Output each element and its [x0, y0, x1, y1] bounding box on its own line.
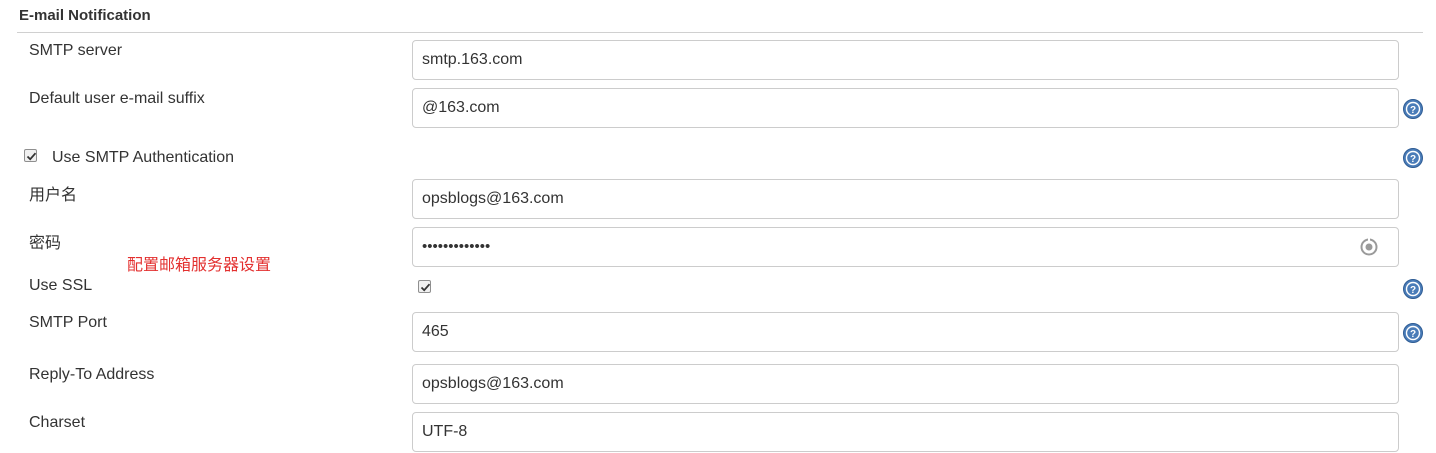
annotation-note: 配置邮箱服务器设置	[127, 257, 272, 274]
password-input[interactable]: •••••••••••••	[412, 227, 1399, 267]
username-input[interactable]: opsblogs@163.com	[412, 179, 1399, 219]
charset-input[interactable]: UTF-8	[412, 412, 1399, 452]
password-value: •••••••••••••	[422, 238, 491, 255]
help-icon[interactable]: ?	[1403, 148, 1423, 168]
use-ssl-checkbox[interactable]	[418, 280, 431, 293]
help-icon[interactable]: ?	[1403, 99, 1423, 119]
default-suffix-input[interactable]: @163.com	[412, 88, 1399, 128]
svg-text:?: ?	[1410, 105, 1416, 116]
help-icon[interactable]: ?	[1403, 323, 1423, 343]
default-suffix-label: Default user e-mail suffix	[29, 90, 205, 107]
checkmark-icon	[420, 283, 431, 292]
password-label: 密码	[29, 235, 62, 252]
smtp-server-label: SMTP server	[29, 42, 123, 59]
username-label: 用户名	[29, 187, 78, 204]
smtp-port-label: SMTP Port	[29, 314, 107, 331]
svg-text:?: ?	[1410, 329, 1416, 340]
use-ssl-label: Use SSL	[29, 277, 93, 294]
svg-text:?: ?	[1410, 285, 1416, 296]
charset-label: Charset	[29, 414, 86, 431]
smtp-port-input[interactable]: 465	[412, 312, 1399, 352]
use-smtp-auth-checkbox[interactable]	[24, 149, 37, 162]
help-icon[interactable]: ?	[1403, 279, 1423, 299]
reveal-password-icon[interactable]	[1359, 237, 1379, 257]
section-title: E-mail Notification	[19, 7, 151, 24]
section-divider	[17, 32, 1423, 33]
checkmark-icon	[26, 152, 37, 161]
use-smtp-auth-label: Use SMTP Authentication	[52, 149, 235, 166]
svg-text:?: ?	[1410, 154, 1416, 165]
reply-to-input[interactable]: opsblogs@163.com	[412, 364, 1399, 404]
reply-to-label: Reply-To Address	[29, 366, 155, 383]
smtp-server-input[interactable]: smtp.163.com	[412, 40, 1399, 80]
